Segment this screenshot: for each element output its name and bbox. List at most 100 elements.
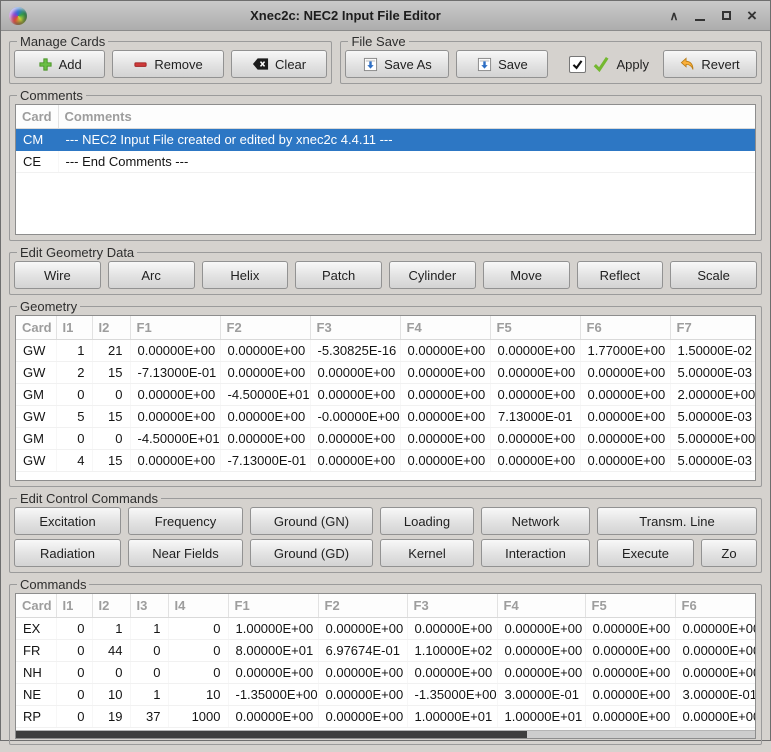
table-cell: 0.00000E+00 [220, 427, 310, 449]
column-header[interactable]: Comments [58, 105, 755, 128]
edit-control-label: Edit Control Commands [17, 491, 161, 506]
kernel-button[interactable]: Kernel [380, 539, 474, 567]
table-cell: 0.00000E+00 [130, 339, 220, 361]
table-row[interactable]: GW4150.00000E+00-7.13000E-010.00000E+000… [16, 449, 755, 471]
column-header[interactable]: Card [16, 316, 56, 339]
table-cell: 0 [168, 639, 228, 661]
column-header[interactable]: I3 [130, 594, 168, 617]
radiation-button[interactable]: Radiation [14, 539, 121, 567]
column-header[interactable]: F1 [228, 594, 318, 617]
transm-line-button[interactable]: Transm. Line [597, 507, 757, 535]
helix-button[interactable]: Helix [202, 261, 289, 289]
column-header[interactable]: F4 [400, 316, 490, 339]
column-header[interactable]: F5 [585, 594, 675, 617]
table-cell: -7.13000E-01 [130, 361, 220, 383]
excitation-button[interactable]: Excitation [14, 507, 121, 535]
zo-button[interactable]: Zo [701, 539, 757, 567]
table-cell: 0.00000E+00 [497, 661, 585, 683]
column-header[interactable]: Card [16, 105, 58, 128]
table-cell: 1.50000E-02 [670, 339, 755, 361]
table-row[interactable]: NH00000.00000E+000.00000E+000.00000E+000… [16, 661, 755, 683]
table-cell: 1.00000E+01 [497, 705, 585, 727]
table-row[interactable]: EX01101.00000E+000.00000E+000.00000E+000… [16, 617, 755, 639]
reflect-button[interactable]: Reflect [577, 261, 664, 289]
add-button[interactable]: Add [14, 50, 105, 78]
column-header[interactable]: I1 [56, 594, 92, 617]
table-cell: 0.00000E+00 [490, 339, 580, 361]
minimize-button[interactable] [690, 6, 710, 26]
save-as-button[interactable]: Save As [345, 50, 449, 78]
arc-button-label: Arc [141, 268, 161, 283]
interaction-button[interactable]: Interaction [481, 539, 590, 567]
apply-checkbox[interactable] [569, 56, 586, 73]
table-cell: NH [16, 661, 56, 683]
execute-button[interactable]: Execute [597, 539, 694, 567]
add-button-label: Add [59, 57, 82, 72]
clear-button[interactable]: Clear [231, 50, 328, 78]
move-button[interactable]: Move [483, 261, 570, 289]
table-cell: 0 [130, 639, 168, 661]
scale-button[interactable]: Scale [670, 261, 757, 289]
ground-gn-button[interactable]: Ground (GN) [250, 507, 373, 535]
column-header[interactable]: F5 [490, 316, 580, 339]
cylinder-button[interactable]: Cylinder [389, 261, 476, 289]
table-cell: 8.00000E+01 [228, 639, 318, 661]
frequency-button[interactable]: Frequency [128, 507, 243, 535]
column-header[interactable]: I2 [92, 594, 130, 617]
column-header[interactable]: F7 [670, 316, 755, 339]
patch-button[interactable]: Patch [295, 261, 382, 289]
revert-button[interactable]: Revert [663, 50, 757, 78]
titlebar[interactable]: Xnec2c: NEC2 Input File Editor ∧ × [1, 1, 770, 31]
table-row[interactable]: GM000.00000E+00-4.50000E+010.00000E+000.… [16, 383, 755, 405]
table-cell: --- End Comments --- [58, 150, 755, 172]
column-header[interactable]: F3 [310, 316, 400, 339]
table-row[interactable]: GM00-4.50000E+010.00000E+000.00000E+000.… [16, 427, 755, 449]
table-row[interactable]: NE010110-1.35000E+000.00000E+00-1.35000E… [16, 683, 755, 705]
edit-geometry-frame: Edit Geometry Data Wire Arc Helix Patch … [9, 245, 762, 295]
table-row[interactable]: GW5150.00000E+000.00000E+00-0.00000E+000… [16, 405, 755, 427]
remove-button[interactable]: Remove [112, 50, 223, 78]
table-row[interactable]: CM--- NEC2 Input File created or edited … [16, 128, 755, 150]
geometry-frame: Geometry CardI1I2F1F2F3F4F5F6F7 GW1210.0… [9, 299, 762, 487]
table-cell: 1.00000E+00 [228, 617, 318, 639]
commands-h-scrollbar-thumb[interactable] [16, 731, 527, 738]
column-header[interactable]: I2 [92, 316, 130, 339]
table-cell: 21 [92, 339, 130, 361]
column-header[interactable]: F2 [318, 594, 407, 617]
save-button[interactable]: Save [456, 50, 548, 78]
near-fields-button-label: Near Fields [152, 546, 218, 561]
table-cell: 0 [56, 705, 92, 727]
loading-button[interactable]: Loading [380, 507, 474, 535]
comments-table: CardComments CM--- NEC2 Input File creat… [16, 105, 755, 173]
table-row[interactable]: CE--- End Comments --- [16, 150, 755, 172]
column-header[interactable]: F1 [130, 316, 220, 339]
table-row[interactable]: GW1210.00000E+000.00000E+00-5.30825E-160… [16, 339, 755, 361]
table-cell: 0 [56, 383, 92, 405]
table-row[interactable]: FR044008.00000E+016.97674E-011.10000E+02… [16, 639, 755, 661]
column-header[interactable]: F3 [407, 594, 497, 617]
table-row[interactable]: RP0193710000.00000E+000.00000E+001.00000… [16, 705, 755, 727]
table-cell: 0.00000E+00 [490, 449, 580, 471]
close-button[interactable]: × [742, 6, 762, 26]
table-cell: 0.00000E+00 [580, 405, 670, 427]
commands-frame-label: Commands [17, 577, 89, 592]
table-cell: CE [16, 150, 58, 172]
near-fields-button[interactable]: Near Fields [128, 539, 243, 567]
column-header[interactable]: F4 [497, 594, 585, 617]
column-header[interactable]: I1 [56, 316, 92, 339]
table-cell: -4.50000E+01 [220, 383, 310, 405]
network-button[interactable]: Network [481, 507, 590, 535]
table-row[interactable]: GW215-7.13000E-010.00000E+000.00000E+000… [16, 361, 755, 383]
arc-button[interactable]: Arc [108, 261, 195, 289]
column-header[interactable]: Card [16, 594, 56, 617]
maximize-button[interactable] [716, 6, 736, 26]
column-header[interactable]: F2 [220, 316, 310, 339]
column-header[interactable]: F6 [675, 594, 755, 617]
wire-button[interactable]: Wire [14, 261, 101, 289]
column-header[interactable]: I4 [168, 594, 228, 617]
table-cell: 0 [92, 661, 130, 683]
shade-button[interactable]: ∧ [664, 6, 684, 26]
column-header[interactable]: F6 [580, 316, 670, 339]
commands-h-scrollbar[interactable] [16, 730, 755, 738]
ground-gd-button[interactable]: Ground (GD) [250, 539, 373, 567]
